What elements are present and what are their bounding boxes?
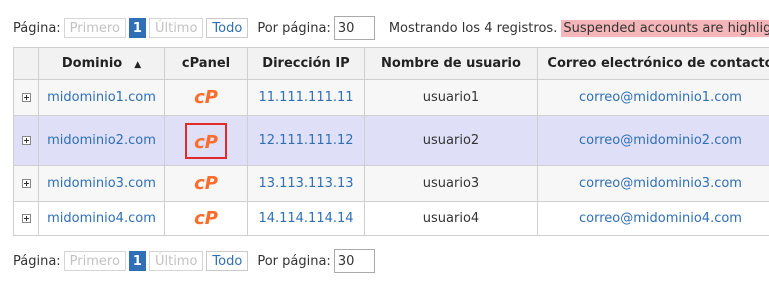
cpanel-logo-icon[interactable]: cP xyxy=(189,207,223,227)
expand-cell[interactable] xyxy=(13,115,39,166)
header-username[interactable]: Nombre de usuario xyxy=(364,47,538,80)
contact-email-link[interactable]: correo@midominio2.com xyxy=(579,133,742,148)
table-row: midominio1.com cP 11.111.111.11 usuario1… xyxy=(13,79,769,116)
accounts-table: Dominio ▲ cPanel Dirección IP Nombre de u… xyxy=(13,47,769,236)
plus-square-icon[interactable] xyxy=(21,179,31,188)
pager-last-button[interactable]: Último xyxy=(148,251,204,271)
header-contact-email[interactable]: Correo electrónico de contacto xyxy=(537,47,769,80)
pager-first-button[interactable]: Primero xyxy=(63,251,126,271)
ip-address[interactable]: 14.114.114.14 xyxy=(258,211,353,226)
table-row: midominio4.com cP 14.114.114.14 usuario4… xyxy=(13,201,769,236)
domain-link[interactable]: midominio3.com xyxy=(47,176,156,191)
table-header-row: Dominio ▲ cPanel Dirección IP Nombre de u… xyxy=(13,47,769,80)
per-page-label: Por página: xyxy=(257,20,331,36)
per-page-input[interactable] xyxy=(333,16,375,40)
svg-text:cP: cP xyxy=(194,173,218,192)
pager-page-1[interactable]: 1 xyxy=(128,251,146,271)
username-cell: usuario4 xyxy=(364,201,538,236)
domain-link[interactable]: midominio1.com xyxy=(47,90,156,105)
plus-square-icon[interactable] xyxy=(21,93,31,102)
pager-label: Página: xyxy=(13,20,61,36)
suspended-notice: Suspended accounts are highlig xyxy=(561,19,769,37)
username-cell: usuario1 xyxy=(364,79,538,116)
plus-square-icon[interactable] xyxy=(21,214,31,223)
expand-cell[interactable] xyxy=(13,79,39,116)
ip-address[interactable]: 13.113.113.13 xyxy=(258,176,353,191)
header-expand xyxy=(13,47,39,80)
pager-all-button[interactable]: Todo xyxy=(206,251,249,271)
pager-bottom: Página: Primero 1 Último Todo Por página… xyxy=(13,249,375,273)
pager-last-button[interactable]: Último xyxy=(148,18,204,38)
ip-address[interactable]: 11.111.111.11 xyxy=(258,90,353,105)
domain-link[interactable]: midominio4.com xyxy=(47,211,156,226)
header-domain[interactable]: Dominio ▲ xyxy=(38,47,165,80)
expand-cell[interactable] xyxy=(13,201,39,236)
domain-link[interactable]: midominio2.com xyxy=(47,133,156,148)
plus-square-icon[interactable] xyxy=(21,136,31,145)
pager-label: Página: xyxy=(13,253,61,269)
pager-first-button[interactable]: Primero xyxy=(63,18,126,38)
svg-text:cP: cP xyxy=(194,132,218,151)
contact-email-link[interactable]: correo@midominio4.com xyxy=(579,211,742,226)
per-page-label: Por página: xyxy=(257,253,331,269)
records-count-text: Mostrando los 4 registros. xyxy=(388,20,558,36)
contact-email-link[interactable]: correo@midominio1.com xyxy=(579,90,742,105)
cpanel-logo-icon[interactable]: cP xyxy=(189,86,223,106)
pager-all-button[interactable]: Todo xyxy=(206,18,249,38)
username-cell: usuario3 xyxy=(364,165,538,202)
cpanel-logo-icon[interactable]: cP xyxy=(185,122,227,159)
contact-email-link[interactable]: correo@midominio3.com xyxy=(579,176,742,191)
pager-page-1[interactable]: 1 xyxy=(128,18,146,38)
expand-cell[interactable] xyxy=(13,165,39,202)
header-ip[interactable]: Dirección IP xyxy=(247,47,365,80)
sort-ascending-icon: ▲ xyxy=(134,60,142,70)
cpanel-logo-icon[interactable]: cP xyxy=(189,172,223,192)
pager-top: Página: Primero 1 Último Todo Por página… xyxy=(13,16,769,40)
header-cpanel: cPanel xyxy=(164,47,248,80)
table-row: midominio3.com cP 13.113.113.13 usuario3… xyxy=(13,165,769,202)
ip-address[interactable]: 12.111.111.12 xyxy=(258,133,353,148)
header-domain-label: Dominio xyxy=(61,56,123,71)
table-row: midominio2.com cP 12.111.111.12 usuario2… xyxy=(13,115,769,166)
svg-text:cP: cP xyxy=(194,208,218,227)
per-page-input[interactable] xyxy=(333,249,375,273)
svg-text:cP: cP xyxy=(194,87,218,106)
username-cell: usuario2 xyxy=(364,115,538,166)
